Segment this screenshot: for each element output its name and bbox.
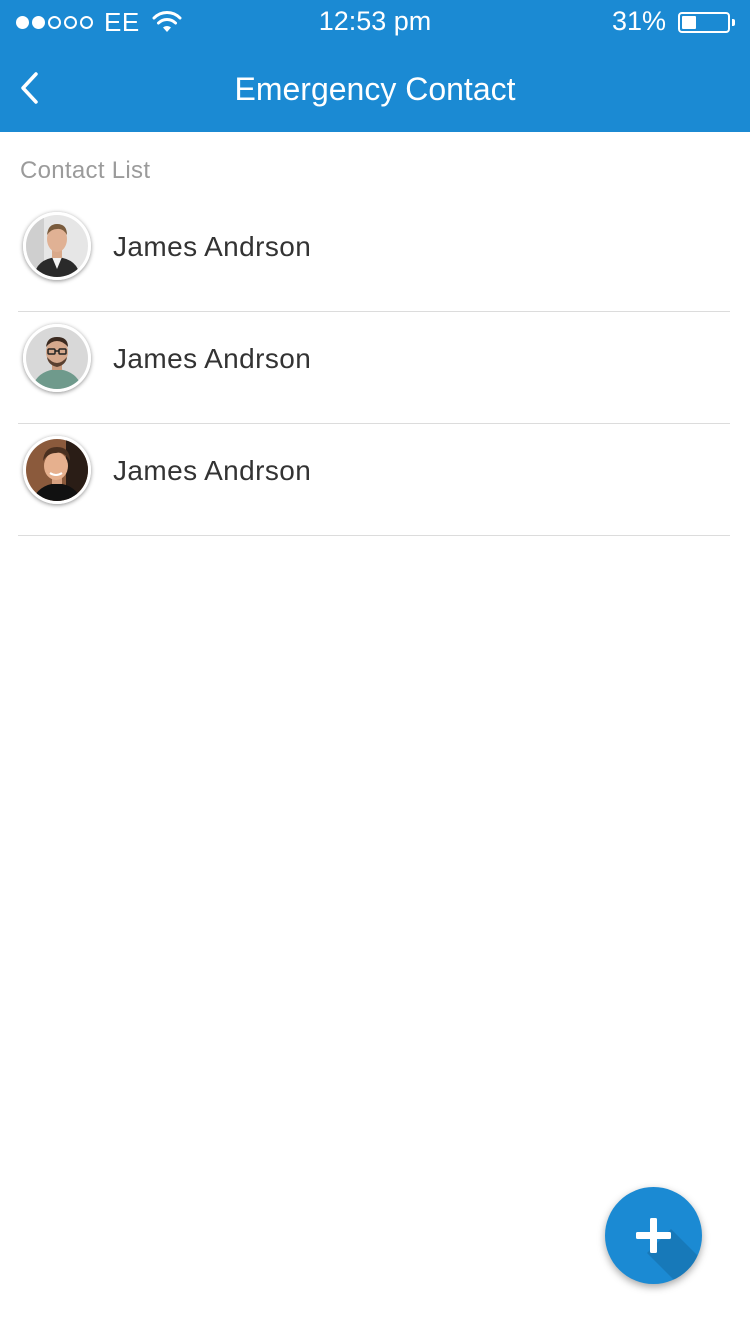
contact-name: James Andrson [113,343,312,374]
navigation-bar: Emergency Contact [0,44,750,132]
page-title: Emergency Contact [234,71,516,107]
section-label: Contact List [20,157,151,184]
battery-fill [682,16,696,29]
avatar [23,324,91,392]
status-bar: EE 12:53 pm 31% [0,0,750,44]
avatar [23,212,91,280]
avatar [23,436,91,504]
battery-icon [678,12,735,33]
contact-row[interactable]: James Andrson [18,312,730,424]
contact-row[interactable]: James Andrson [18,424,730,536]
contact-name: James Andrson [113,231,312,262]
add-contact-button[interactable] [605,1187,702,1284]
battery-nub [732,19,735,26]
contact-row[interactable]: James Andrson [18,200,730,312]
battery-percentage: 31% [611,6,666,36]
contact-name: James Andrson [113,455,312,486]
plus-icon [636,1218,702,1284]
contact-list: James Andrson James Andrson James Andrso… [18,200,730,536]
